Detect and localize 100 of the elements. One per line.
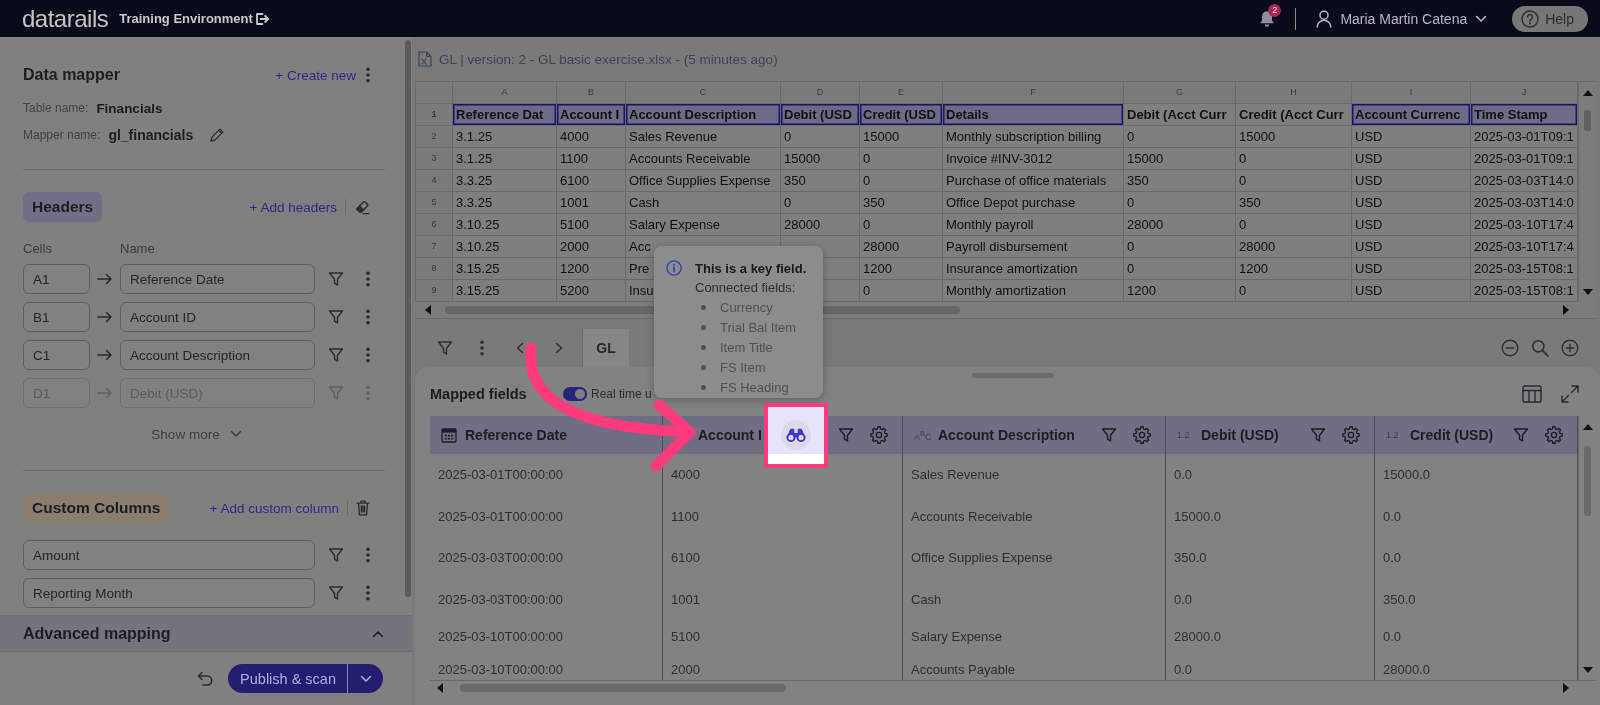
sheet-cell: 1001 (557, 192, 626, 214)
table-cell: Office Supplies Expense (903, 537, 1166, 579)
table-cell: 0.0 (1166, 653, 1375, 680)
filter-icon[interactable] (328, 547, 344, 563)
connected-field: Trial Bal Item (720, 319, 797, 335)
cell-field[interactable]: A1 (23, 264, 90, 294)
triangle-right-icon (1561, 305, 1570, 315)
bullet-icon (701, 344, 706, 350)
create-new-link[interactable]: + Create new (275, 67, 356, 83)
kebab-icon[interactable] (366, 309, 370, 325)
gear-icon[interactable] (1545, 426, 1563, 444)
filter-icon[interactable] (328, 585, 344, 601)
kebab-icon[interactable] (480, 340, 484, 356)
row-number: 9 (416, 280, 453, 302)
help-button[interactable]: Help (1512, 5, 1588, 32)
chevron-right-icon[interactable] (555, 342, 563, 354)
triangle-left-icon (423, 305, 432, 315)
column-title: Credit (USD) (1410, 427, 1494, 443)
chevron-up-icon (372, 629, 384, 638)
scrollbar-thumb[interactable] (460, 684, 786, 692)
table-cell: 2025-03-10T00:00:00 (430, 620, 663, 653)
kebab-icon[interactable] (366, 585, 370, 601)
sheet-tab[interactable]: GL (583, 329, 629, 367)
column-field[interactable]: Reporting Month (23, 578, 315, 608)
filter-icon[interactable] (838, 427, 854, 443)
pencil-icon[interactable] (209, 127, 226, 143)
table-cell: 1001 (663, 578, 903, 620)
panel-title: Data mapper (23, 66, 120, 84)
show-more-link[interactable]: Show more (151, 426, 242, 442)
kebab-icon[interactable] (366, 271, 370, 287)
scrollbar-thumb[interactable] (405, 40, 411, 597)
section-label: Custom Columns (23, 493, 170, 523)
filter-icon[interactable] (328, 347, 344, 363)
name-field[interactable]: Account Description (120, 340, 315, 370)
column-title: Reference Date (465, 427, 567, 443)
field-value: Financials (96, 100, 163, 116)
search-icon[interactable] (1531, 339, 1549, 357)
filter-icon[interactable] (1101, 427, 1117, 443)
filter-icon[interactable] (1310, 427, 1326, 443)
scrollbar-thumb[interactable] (1584, 446, 1591, 516)
filter-icon[interactable] (328, 271, 344, 287)
dropdown-button[interactable] (347, 664, 383, 693)
kebab-icon[interactable] (366, 347, 370, 363)
table-cell: 1100 (663, 495, 903, 537)
sheet-cell: Office Depot purchase (943, 192, 1124, 214)
sheet-cell: 0 (1124, 192, 1236, 214)
name-field[interactable]: Account ID (120, 302, 315, 332)
zoom-in-icon[interactable] (1561, 339, 1579, 357)
arrow-right-icon (97, 273, 113, 285)
accordion-header[interactable]: Advanced mapping (0, 615, 412, 652)
expand-icon[interactable] (1561, 385, 1579, 403)
name-field[interactable]: Reference Date (120, 264, 315, 294)
columns-icon[interactable] (1522, 385, 1542, 403)
binoculars-icon (785, 427, 806, 442)
sheet-cell: USD (1352, 126, 1471, 148)
kebab-icon[interactable] (366, 547, 370, 563)
connected-field: FS Heading (720, 379, 789, 395)
gear-icon[interactable] (1342, 426, 1360, 444)
triangle-left-icon (436, 683, 444, 693)
table-cell: 2025-03-01T00:00:00 (430, 495, 663, 537)
corner-cell[interactable] (416, 82, 453, 104)
chevron-left-icon[interactable] (516, 342, 524, 354)
cell-field[interactable]: C1 (23, 340, 90, 370)
table-cell: 28000.0 (1166, 620, 1375, 653)
gear-icon[interactable] (1133, 426, 1151, 444)
scrollbar-thumb[interactable] (1584, 110, 1591, 131)
column-field[interactable]: Amount (23, 540, 315, 570)
kebab-icon[interactable] (366, 67, 370, 83)
eraser-icon[interactable] (354, 199, 370, 215)
gear-icon[interactable] (870, 426, 888, 444)
zoom-out-icon[interactable] (1501, 339, 1519, 357)
undo-icon[interactable] (197, 670, 214, 687)
real-time-toggle[interactable] (563, 387, 587, 401)
filter-icon[interactable] (328, 309, 344, 325)
sheet-cell: 4000 (557, 126, 626, 148)
row-number: 8 (416, 258, 453, 280)
sheet-cell: 28000 (860, 236, 943, 258)
add-headers-link[interactable]: + Add headers (249, 199, 337, 215)
publish-button[interactable]: Publish & scan (228, 664, 347, 693)
key-field-button[interactable] (780, 419, 811, 450)
sheet-cell: 350 (781, 170, 860, 192)
sheet-cell: Payroll disbursement (943, 236, 1124, 258)
sheet-cell: Sales Revenue (626, 126, 781, 148)
cell-field[interactable]: B1 (23, 302, 90, 332)
chevron-down-icon (1475, 14, 1488, 23)
toggle-label: Real time u (591, 387, 652, 401)
table-cell: Accounts Payable (903, 653, 1166, 680)
triangle-down-icon (1582, 665, 1593, 674)
sheet-cell: USD (1352, 192, 1471, 214)
trash-icon[interactable] (356, 500, 370, 516)
user-menu[interactable]: Maria Martin Catena (1316, 9, 1488, 28)
sheet-cell: 0 (860, 148, 943, 170)
sheet-cell: 3.10.25 (453, 214, 557, 236)
table-cell: 6100 (663, 537, 903, 579)
filter-icon[interactable] (437, 340, 453, 356)
add-custom-column-link[interactable]: + Add custom column (209, 500, 339, 516)
column-title: Account I (698, 427, 762, 443)
sheet-cell: 3.10.25 (453, 236, 557, 258)
environment-link[interactable]: Training Environment (119, 11, 269, 26)
filter-icon[interactable] (1513, 427, 1529, 443)
